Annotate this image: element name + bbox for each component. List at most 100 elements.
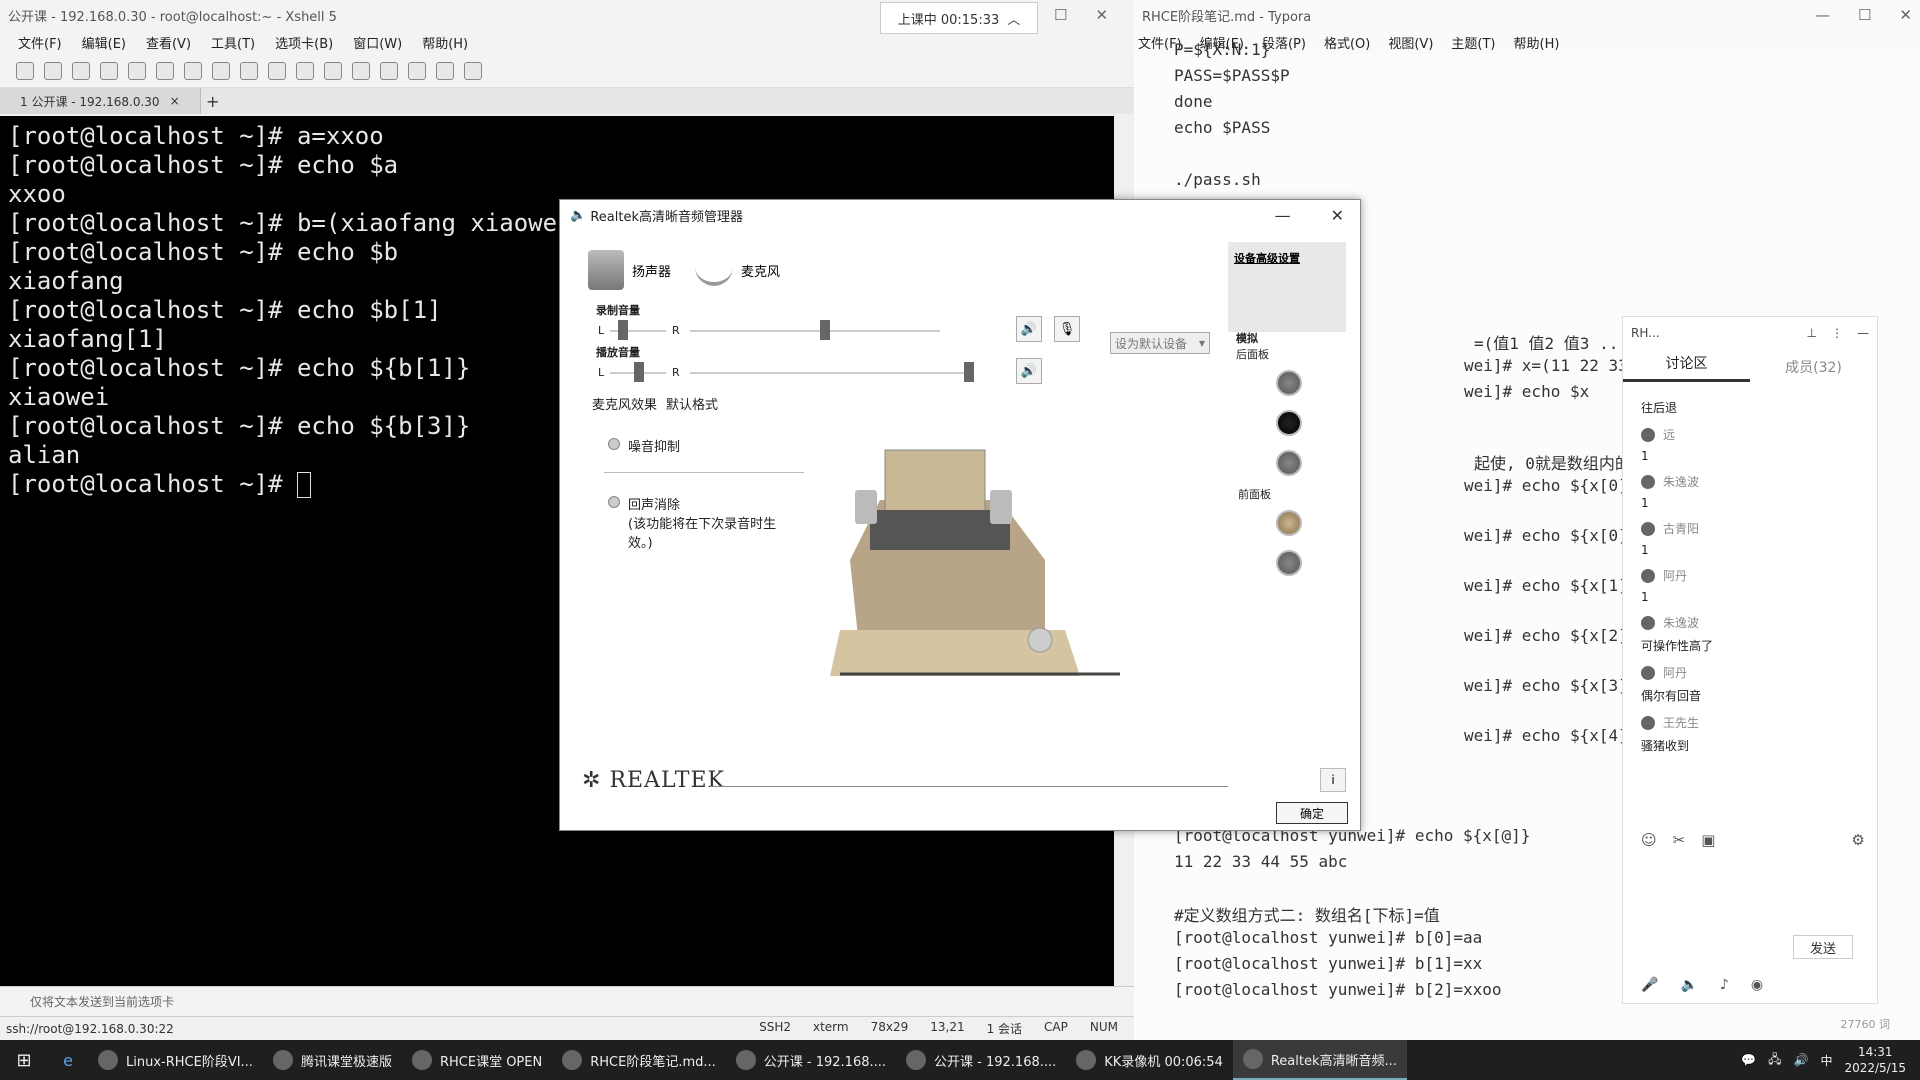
- echo-cancel-option[interactable]: 回声消除 (该功能将在下次录音时生效。): [608, 494, 778, 551]
- speaker-icon[interactable]: 🔈: [1680, 977, 1697, 993]
- windows-start-icon[interactable]: ⊞: [0, 1050, 48, 1071]
- playback-balance-thumb[interactable]: [634, 362, 644, 382]
- taskbar-item[interactable]: Realtek高清晰音频...: [1232, 1040, 1407, 1080]
- find-icon[interactable]: [156, 61, 174, 80]
- playback-mute-button[interactable]: 🔊: [1016, 358, 1042, 384]
- copy-icon[interactable]: [128, 61, 146, 80]
- record-volume-thumb[interactable]: [820, 320, 830, 340]
- ime-indicator[interactable]: 中: [1820, 1052, 1832, 1069]
- tab-microphone[interactable]: 麦克风: [695, 254, 780, 286]
- taskbar-item[interactable]: RHCE课堂 OPEN: [402, 1040, 552, 1080]
- taskbar-item[interactable]: Linux-RHCE阶段VI...: [88, 1040, 263, 1080]
- fullscreen-icon[interactable]: [324, 61, 342, 80]
- tab-mic-effects[interactable]: 麦克风效果: [592, 394, 657, 413]
- xftp-icon[interactable]: [296, 61, 314, 80]
- add-icon[interactable]: [408, 61, 426, 80]
- menu-item[interactable]: 编辑(E): [82, 33, 126, 52]
- minimize-icon[interactable]: —: [1857, 326, 1869, 340]
- balance-slider-thumb[interactable]: [618, 320, 628, 340]
- ok-button[interactable]: 确定: [1276, 802, 1348, 824]
- advanced-settings-link[interactable]: 设备高级设置: [1234, 250, 1300, 266]
- menu-item[interactable]: 窗口(W): [353, 33, 402, 52]
- taskbar-item[interactable]: RHCE阶段笔记.md...: [552, 1040, 726, 1080]
- taskbar-item[interactable]: 公开课 - 192.168....: [726, 1040, 896, 1080]
- notification-icon[interactable]: 💬: [1741, 1053, 1756, 1067]
- close-icon[interactable]: ✕: [1095, 6, 1108, 24]
- session-tab[interactable]: 1 公开课 - 192.168.0.30 ×: [0, 88, 201, 114]
- new-session-icon[interactable]: [16, 61, 34, 80]
- minimize-icon[interactable]: —: [1815, 6, 1830, 24]
- mic-boost-button[interactable]: 🎙: [1054, 316, 1080, 342]
- globe-icon[interactable]: [240, 61, 258, 80]
- menu-item[interactable]: 格式(O): [1324, 33, 1370, 52]
- open-folder-icon[interactable]: [44, 61, 62, 80]
- record-mute-button[interactable]: 🔊: [1016, 316, 1042, 342]
- menu-item[interactable]: 选项卡(B): [275, 33, 333, 52]
- close-icon[interactable]: ×: [170, 94, 180, 108]
- menu-item[interactable]: 帮助(H): [422, 33, 468, 52]
- font-icon[interactable]: [268, 61, 286, 80]
- menu-item[interactable]: 工具(T): [211, 33, 255, 52]
- send-button[interactable]: 发送: [1793, 935, 1853, 959]
- close-icon[interactable]: ✕: [1331, 206, 1344, 225]
- add-tab-icon[interactable]: +: [201, 92, 225, 111]
- taskbar-item[interactable]: 腾讯课堂极速版: [263, 1040, 402, 1080]
- emoji-icon[interactable]: ☺: [1641, 831, 1657, 849]
- taskbar-item[interactable]: 公开课 - 192.168....: [896, 1040, 1066, 1080]
- minimize-icon[interactable]: —: [1275, 206, 1291, 225]
- menu-item[interactable]: 查看(V): [146, 33, 191, 52]
- echo-cancel-radio[interactable]: [608, 496, 620, 508]
- back-jack-1[interactable]: [1276, 370, 1302, 396]
- clock[interactable]: 14:31 2022/5/15: [1844, 1044, 1906, 1076]
- menu-item[interactable]: 主题(T): [1451, 33, 1495, 52]
- tab-default-format[interactable]: 默认格式: [666, 394, 718, 413]
- print-icon[interactable]: [184, 61, 202, 80]
- back-jack-2[interactable]: [1276, 410, 1302, 436]
- status-indicators: SSH2 xterm 78x29 13,21 1 会话 CAP NUM: [759, 1020, 1134, 1037]
- microphone-icon[interactable]: 🎤: [1641, 977, 1658, 993]
- settings-icon[interactable]: ⚙: [1851, 831, 1864, 849]
- maximize-icon[interactable]: ☐: [1858, 6, 1871, 24]
- menu-item[interactable]: 视图(V): [1388, 33, 1433, 52]
- close-icon[interactable]: ✕: [1899, 6, 1912, 24]
- scissors-icon[interactable]: ✂: [1673, 831, 1686, 849]
- xshell-toolbar: [0, 54, 1134, 88]
- message-list[interactable]: 往后退远 1 朱逸波 1 古青阳 1 阿丹 1 朱逸波 可操作性高了 阿丹 偶尔有回音 王先生 骚猪收到: [1623, 385, 1877, 756]
- lock-icon[interactable]: [352, 61, 370, 80]
- noise-suppression-radio[interactable]: [608, 438, 620, 450]
- back-jack-3[interactable]: [1276, 450, 1302, 476]
- location-icon[interactable]: ◉: [1751, 977, 1763, 993]
- noise-suppression-option[interactable]: 噪音抑制: [608, 436, 680, 455]
- help-icon[interactable]: [436, 61, 454, 80]
- music-icon[interactable]: ♪: [1720, 977, 1729, 993]
- front-jack-2[interactable]: [1276, 550, 1302, 576]
- send-bar[interactable]: 仅将文本发送到当前选项卡: [0, 986, 1134, 1016]
- settings-dial-icon[interactable]: [1027, 627, 1053, 653]
- set-default-device[interactable]: 设为默认设备 ▾: [1110, 332, 1210, 354]
- volume-icon[interactable]: 🔊: [1794, 1053, 1809, 1067]
- tab-speaker[interactable]: 扬声器: [588, 250, 671, 290]
- front-jack-1[interactable]: [1276, 510, 1302, 536]
- keyboard-icon[interactable]: [380, 61, 398, 80]
- properties-icon[interactable]: [100, 61, 118, 80]
- image-icon[interactable]: ▣: [1701, 831, 1715, 849]
- tab-discussion[interactable]: 讨论区: [1623, 353, 1750, 382]
- info-button[interactable]: i: [1320, 768, 1346, 792]
- editor-line: wei]# echo ${x[4]}: [1464, 726, 1638, 745]
- playback-volume-thumb[interactable]: [964, 362, 974, 382]
- menu-item[interactable]: 文件(F): [18, 33, 62, 52]
- tab-members[interactable]: 成员(32): [1750, 357, 1877, 377]
- edge-browser-icon[interactable]: e: [48, 1051, 88, 1070]
- transfer-icon[interactable]: [212, 61, 230, 80]
- chevron-up-icon[interactable]: ︿: [1007, 9, 1020, 28]
- more-icon[interactable]: ⋮: [1831, 326, 1843, 340]
- advanced-settings-panel[interactable]: 设备高级设置: [1228, 242, 1346, 332]
- menu-item[interactable]: 帮助(H): [1514, 33, 1560, 52]
- chat-icon[interactable]: [464, 61, 482, 80]
- taskbar-item[interactable]: KK录像机 00:06:54: [1066, 1040, 1233, 1080]
- pin-icon[interactable]: ⊥: [1807, 326, 1817, 340]
- maximize-icon[interactable]: ☐: [1054, 6, 1067, 24]
- network-icon[interactable]: 🖧: [1768, 1050, 1781, 1071]
- class-timer[interactable]: 上课中 00:15:33 ︿: [880, 2, 1038, 34]
- connect-icon[interactable]: [72, 61, 90, 80]
